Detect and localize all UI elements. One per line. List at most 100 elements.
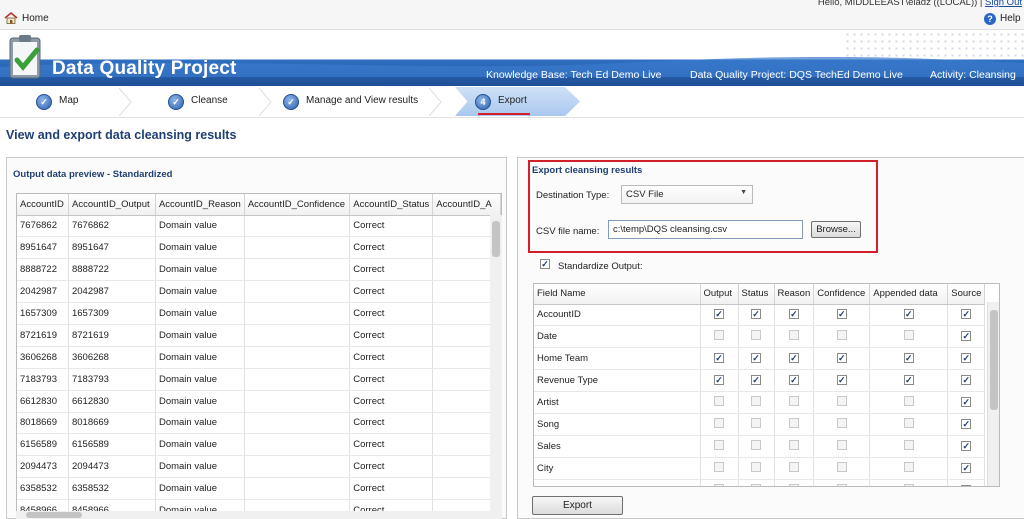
scrollbar-thumb[interactable] xyxy=(990,310,998,410)
table-cell: Domain value xyxy=(155,455,245,479)
field-option-cell: ✓ xyxy=(738,304,775,327)
preview-column-header[interactable]: AccountID xyxy=(17,194,69,216)
field-option-cell: ✓ xyxy=(813,369,871,393)
field-option-checkbox[interactable]: ✓ xyxy=(903,309,914,320)
help-link[interactable]: Help xyxy=(1000,13,1021,24)
preview-vertical-scrollbar[interactable] xyxy=(490,215,502,519)
table-row[interactable]: 7676862 7676862 Domain value Correct xyxy=(17,215,501,238)
field-option-checkbox[interactable]: ✓ xyxy=(836,353,847,364)
field-option-cell xyxy=(869,413,949,436)
field-row[interactable]: ✓ xyxy=(534,479,986,486)
field-option-cell: ✓ xyxy=(947,347,986,371)
standardize-output-checkbox[interactable]: ✓ xyxy=(540,259,550,269)
field-option-checkbox[interactable]: ✓ xyxy=(788,375,799,386)
field-row[interactable]: Song ✓ xyxy=(534,413,986,436)
step-number-icon: 4 xyxy=(475,94,491,110)
table-row[interactable]: 8951647 8951647 Domain value Correct xyxy=(17,236,501,260)
fields-column-header: Source xyxy=(947,284,986,305)
field-option-checkbox[interactable]: ✓ xyxy=(836,375,847,386)
field-option-checkbox[interactable]: ✓ xyxy=(714,375,724,386)
step-cleanse[interactable]: Cleanse xyxy=(191,95,228,111)
table-cell: Domain value xyxy=(155,280,245,304)
field-row[interactable]: Artist ✓ xyxy=(534,391,986,414)
step-export[interactable]: Export xyxy=(498,95,527,111)
field-row[interactable]: Home Team ✓ ✓ ✓ ✓ ✓ ✓ xyxy=(534,347,986,371)
field-row[interactable]: AccountID ✓ ✓ ✓ ✓ ✓ ✓ xyxy=(534,304,986,327)
field-row[interactable]: Sales ✓ xyxy=(534,435,986,458)
field-option-checkbox[interactable]: ✓ xyxy=(903,353,914,364)
field-option-cell: ✓ xyxy=(947,304,986,327)
preview-column-header[interactable]: AccountID_Output xyxy=(68,194,156,216)
table-cell: Correct xyxy=(349,412,434,435)
field-option-checkbox[interactable]: ✓ xyxy=(836,309,847,320)
field-option-checkbox[interactable]: ✓ xyxy=(961,462,972,473)
field-option-checkbox[interactable]: ✓ xyxy=(961,309,972,320)
table-cell: 8721619 xyxy=(17,324,69,347)
field-option-checkbox[interactable]: ✓ xyxy=(788,309,799,320)
step-check-icon: ✓ xyxy=(283,94,299,110)
field-row[interactable]: City ✓ xyxy=(534,457,986,480)
export-button[interactable]: Export xyxy=(532,496,623,515)
preview-column-header[interactable]: AccountID_Confidence xyxy=(244,194,351,216)
field-option-checkbox[interactable]: ✓ xyxy=(961,418,972,429)
field-option-cell: ✓ xyxy=(738,369,775,393)
table-cell: 2042987 xyxy=(17,280,69,304)
field-option-checkbox[interactable]: ✓ xyxy=(961,484,972,486)
field-option-checkbox[interactable]: ✓ xyxy=(751,353,761,364)
step-map[interactable]: Map xyxy=(59,95,78,111)
destination-type-select[interactable]: CSV File ▼ xyxy=(621,185,753,204)
home-link[interactable]: Home xyxy=(22,13,49,24)
field-option-checkbox[interactable]: ✓ xyxy=(714,309,724,320)
preview-horizontal-scrollbar[interactable] xyxy=(16,511,492,519)
table-row[interactable]: 3606268 3606268 Domain value Correct xyxy=(17,346,501,369)
table-row[interactable]: 8888722 8888722 Domain value Correct xyxy=(17,258,501,282)
preview-column-header[interactable]: AccountID_A xyxy=(432,194,501,216)
field-option-checkbox[interactable]: ✓ xyxy=(961,331,972,342)
export-fields-grid[interactable]: Field Name Output Status Reason Confidence Ap… xyxy=(533,283,1000,487)
field-row[interactable]: Revenue Type ✓ ✓ ✓ ✓ ✓ ✓ xyxy=(534,369,986,393)
table-row[interactable]: 8018669 8018669 Domain value Correct xyxy=(17,412,501,435)
output-preview-grid[interactable]: AccountID AccountID_Output AccountID_Reaso… xyxy=(16,193,502,519)
table-cell: 7183793 xyxy=(17,368,69,391)
sign-out-link[interactable]: Sign Out xyxy=(985,0,1022,8)
fields-vertical-scrollbar[interactable] xyxy=(987,302,999,486)
field-option-checkbox[interactable]: ✓ xyxy=(751,375,761,386)
table-cell xyxy=(244,302,351,325)
table-row[interactable]: 8721619 8721619 Domain value Correct xyxy=(17,324,501,347)
home-icon[interactable] xyxy=(4,12,18,24)
field-option-checkbox[interactable]: ✓ xyxy=(961,440,972,451)
fields-column-header: Field Name xyxy=(534,284,701,305)
field-option-cell: ✓ xyxy=(947,413,986,436)
field-option-checkbox xyxy=(836,330,847,341)
field-option-checkbox[interactable]: ✓ xyxy=(903,375,914,386)
field-option-checkbox xyxy=(903,330,914,341)
csv-file-name-input[interactable]: c:\temp\DQS cleansing.csv xyxy=(608,220,803,239)
field-option-checkbox[interactable]: ✓ xyxy=(961,353,972,364)
table-row[interactable]: 6358532 6358532 Domain value Correct xyxy=(17,477,501,501)
field-option-checkbox[interactable]: ✓ xyxy=(961,375,972,386)
field-name: Sales xyxy=(534,435,701,458)
table-row[interactable]: 1657309 1657309 Domain value Correct xyxy=(17,302,501,325)
field-option-cell: ✓ xyxy=(813,347,871,371)
table-row[interactable]: 6612830 6612830 Domain value Correct xyxy=(17,390,501,413)
preview-column-header[interactable]: AccountID_Reason xyxy=(155,194,245,216)
table-row[interactable]: 6156589 6156589 Domain value Correct xyxy=(17,433,501,457)
fields-column-header: Status xyxy=(738,284,775,305)
field-option-checkbox[interactable]: ✓ xyxy=(714,353,724,364)
preview-column-header[interactable]: AccountID_Status xyxy=(349,194,434,216)
field-option-checkbox xyxy=(836,417,847,428)
table-row[interactable]: 7183793 7183793 Domain value Correct xyxy=(17,368,501,391)
browse-button[interactable]: Browse... xyxy=(811,221,861,238)
field-option-checkbox[interactable]: ✓ xyxy=(751,309,761,320)
help-icon[interactable]: ? xyxy=(984,13,996,25)
scrollbar-thumb[interactable] xyxy=(26,512,82,518)
field-row[interactable]: Date ✓ xyxy=(534,325,986,349)
step-manage-view-results[interactable]: Manage and View results xyxy=(306,95,418,111)
scrollbar-thumb[interactable] xyxy=(492,221,500,257)
table-row[interactable]: 2094473 2094473 Domain value Correct xyxy=(17,455,501,479)
field-option-checkbox[interactable]: ✓ xyxy=(961,397,972,407)
field-option-checkbox[interactable]: ✓ xyxy=(788,353,799,364)
table-cell xyxy=(244,280,351,304)
table-row[interactable]: 2042987 2042987 Domain value Correct xyxy=(17,280,501,304)
field-name: Artist xyxy=(534,391,701,414)
